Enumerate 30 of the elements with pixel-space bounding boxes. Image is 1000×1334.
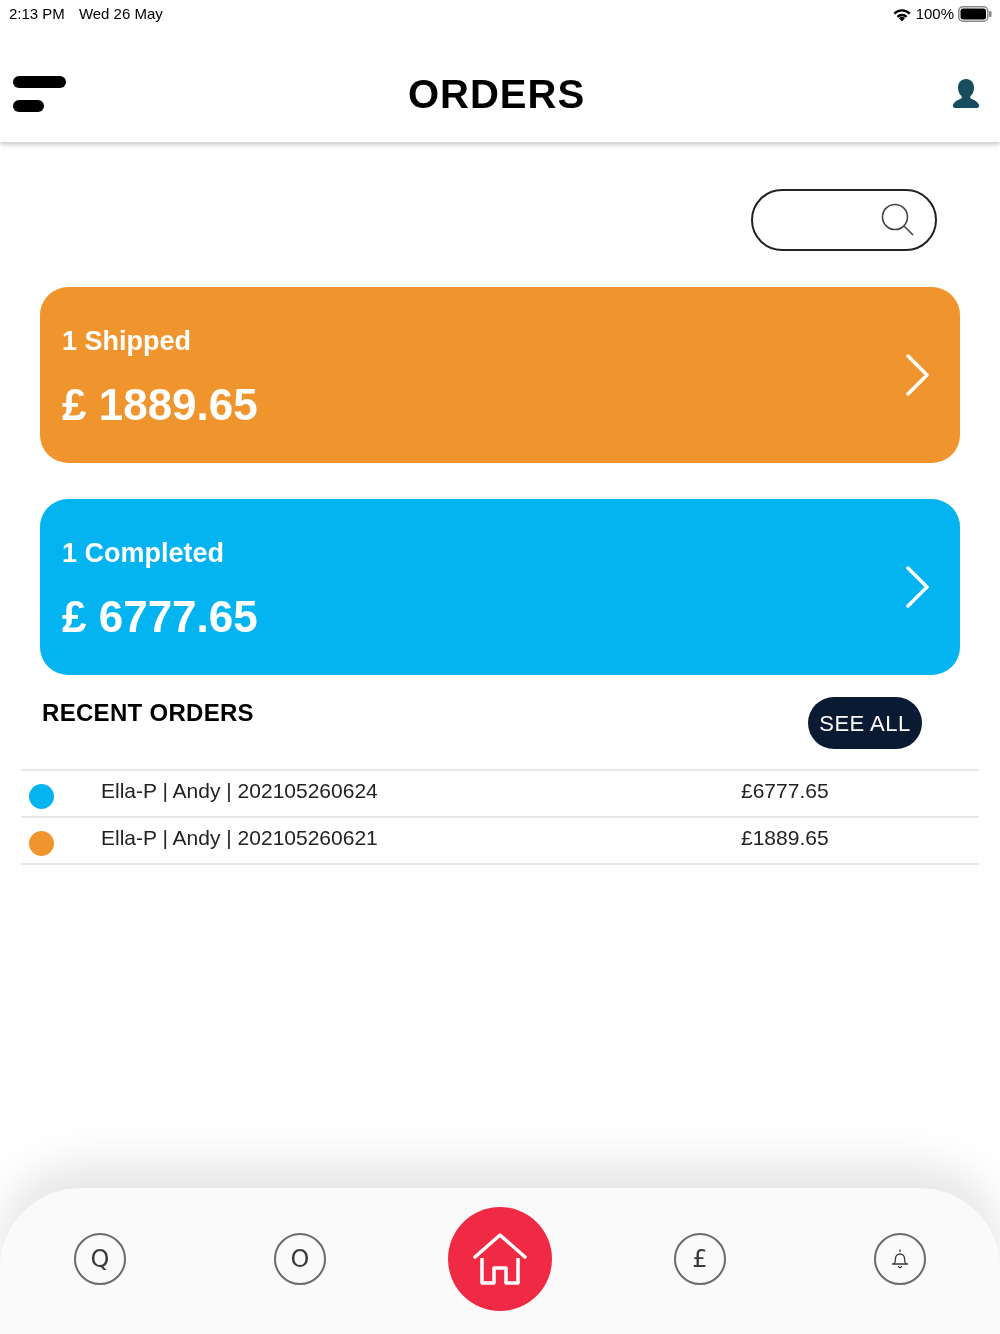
chevron-right-icon (906, 354, 930, 396)
order-row[interactable]: Ella-P | Andy | 202105260621 £1889.65 (21, 818, 979, 865)
order-amount: £1889.65 (741, 824, 829, 851)
card-amount: £ 6777.65 (62, 594, 258, 639)
order-amount: £6777.65 (741, 777, 829, 804)
card-label: 1 Completed (62, 539, 226, 567)
page-title: ORDERS (407, 74, 586, 114)
status-date: Wed 26 May (78, 3, 163, 24)
order-row[interactable]: Ella-P | Andy | 202105260624 £6777.65 (21, 771, 979, 818)
nav-letter-button[interactable]: Q (74, 1233, 126, 1285)
profile-icon[interactable] (952, 78, 980, 110)
section-title: RECENT ORDERS (42, 698, 254, 725)
nav-letter-button[interactable]: £ (674, 1233, 726, 1285)
notifications-button[interactable] (874, 1233, 926, 1285)
search-field[interactable] (751, 189, 937, 251)
wifi-icon (891, 6, 912, 22)
home-icon (473, 1233, 527, 1285)
order-description: Ella-P | Andy | 202105260624 (101, 777, 379, 804)
bell-icon (889, 1248, 911, 1270)
see-all-button[interactable]: SEE ALL (808, 697, 922, 749)
nav-letter-button[interactable]: O (274, 1233, 326, 1285)
card-label: 1 Shipped (62, 327, 192, 355)
chevron-right-icon (906, 566, 930, 608)
status-time: 2:13 PM (9, 3, 65, 24)
battery-percent: 100% (915, 3, 954, 24)
card-amount: £ 1889.65 (62, 382, 258, 427)
battery-icon (958, 6, 992, 22)
menu-icon[interactable] (13, 76, 66, 112)
order-description: Ella-P | Andy | 202105260621 (101, 824, 379, 851)
search-icon (881, 203, 915, 237)
